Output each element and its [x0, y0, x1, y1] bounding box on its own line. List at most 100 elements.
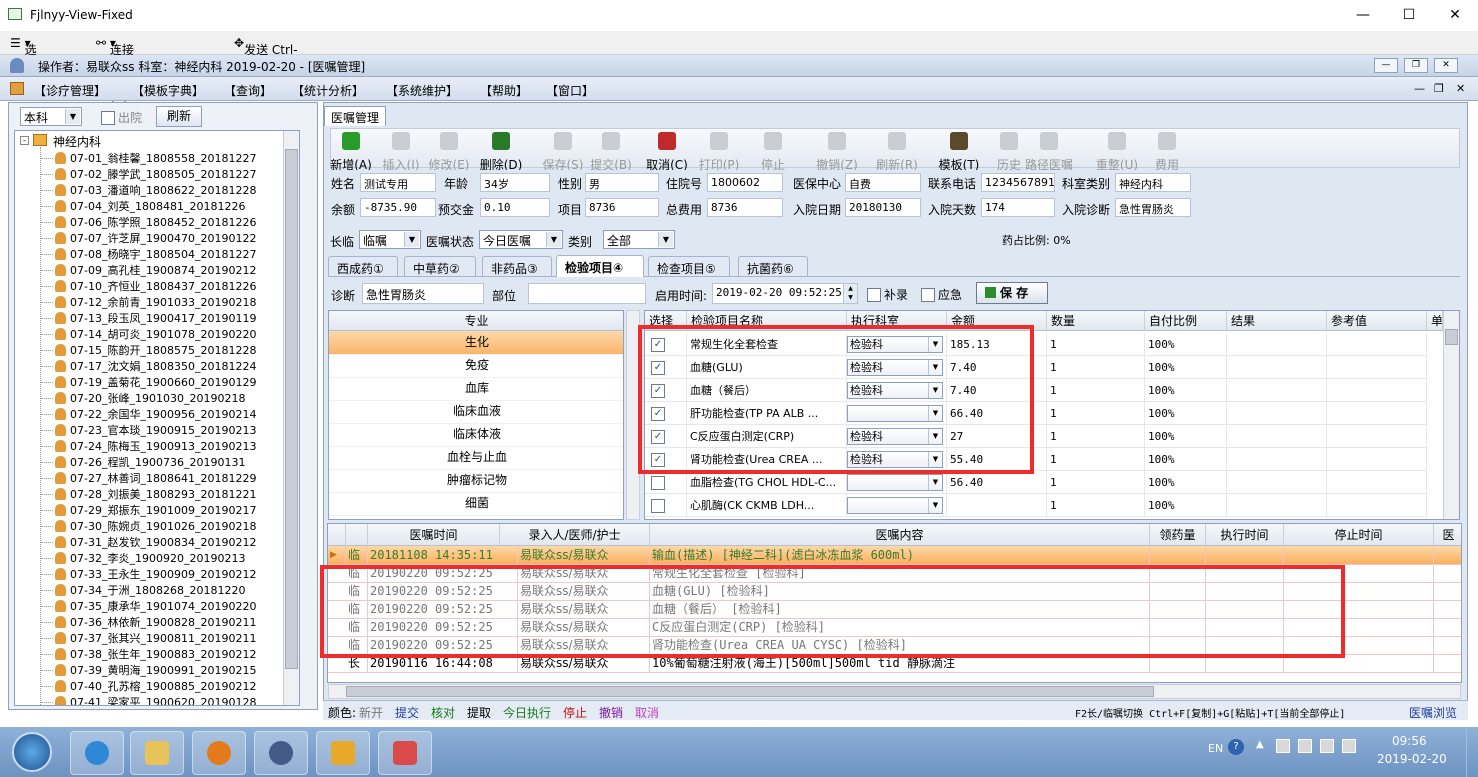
patient-tree-item[interactable]: 07-30_陈婉贞_1901026_20190218 — [55, 518, 256, 534]
order-browse-link[interactable]: 医嘱浏览 — [1409, 704, 1457, 721]
toolbar-button-cancel[interactable]: 取消(C) — [642, 130, 692, 173]
order-row[interactable]: ▶ 临 20181108 14:35:11 易联众ss/易联众 输血(描述) [神经二科… — [328, 546, 1461, 565]
lab-grid-header[interactable]: 数量 — [1047, 311, 1145, 331]
menu-system[interactable]: 【系统维护】 — [386, 82, 458, 99]
orders-header[interactable]: 停止时间 — [1284, 524, 1434, 546]
patient-tree-item[interactable]: 07-07_许芝屏_1900470_20190122 — [55, 230, 256, 246]
patient-tree-item[interactable]: 07-31_赵发钦_1900834_20190212 — [55, 534, 256, 550]
quantity-cell[interactable]: 1 — [1047, 356, 1145, 379]
toolbar-button-add[interactable]: 新增(A) — [326, 130, 376, 173]
patient-tree-item[interactable]: 07-26_程凯_1900736_20190131 — [55, 454, 245, 470]
input-language[interactable]: EN — [1208, 742, 1223, 755]
patient-tree-item[interactable]: 07-34_于洲_1808268_20181220 — [55, 582, 245, 598]
taskbar-media[interactable] — [192, 731, 246, 775]
lab-item-row[interactable]: 血脂检查(TG CHOL HDL-C... ▼ 56.40 1 100% — [645, 471, 1443, 494]
toolbar-button-save[interactable]: 保存(S) — [538, 130, 588, 173]
minimize-button[interactable]: — — [1340, 0, 1386, 31]
volume-icon[interactable] — [1342, 739, 1356, 753]
order-status-select[interactable]: 今日医嘱 ▼ — [479, 230, 563, 249]
patient-tree-item[interactable]: 07-32_李炎_1900920_20190213 — [55, 550, 245, 566]
patient-tree-item[interactable]: 07-38_张生年_1900883_20190212 — [55, 646, 256, 662]
patient-tree-item[interactable]: 07-20_张峰_1901030_20190218 — [55, 390, 245, 406]
patient-tree-item[interactable]: 07-24_陈梅玉_1900913_20190213 — [55, 438, 256, 454]
orders-hscroll-thumb[interactable] — [346, 686, 1154, 697]
patient-tree-item[interactable]: 07-02_滕学武_1808505_20181227 — [55, 166, 256, 182]
patient-tree-item[interactable]: 07-15_陈韵开_1808575_20181228 — [55, 342, 256, 358]
taskbar-explorer[interactable] — [130, 731, 184, 775]
orders-header[interactable]: 医嘱内容 — [650, 524, 1150, 546]
toolbar-button-delete[interactable]: 删除(D) — [476, 130, 526, 173]
start-time-input[interactable]: 2019-02-20 09:52:25 — [712, 283, 858, 304]
mdi-close-button[interactable]: ✕ — [1434, 58, 1458, 73]
quantity-cell[interactable]: 1 — [1047, 494, 1145, 517]
patient-tree-item[interactable]: 07-27_林善词_1808641_20181229 — [55, 470, 256, 486]
duration-select[interactable]: 临嘱 ▼ — [359, 230, 421, 249]
quantity-cell[interactable]: 1 — [1047, 425, 1145, 448]
quantity-cell[interactable]: 1 — [1047, 333, 1145, 356]
taskbar-compass[interactable] — [254, 731, 308, 775]
maximize-button[interactable]: ☐ — [1386, 0, 1432, 31]
urgent-checkbox[interactable] — [921, 288, 935, 302]
toolbar-button-edit[interactable]: 修改(E) — [424, 130, 474, 173]
exec-dept-select[interactable]: ▼ — [847, 474, 943, 491]
tree-root-dept[interactable]: 神经内科 — [53, 133, 101, 150]
site-input[interactable] — [528, 283, 646, 304]
supplement-checkbox[interactable] — [867, 288, 881, 302]
lab-item-checkbox[interactable] — [651, 499, 665, 513]
patient-tree-item[interactable]: 07-36_林依新_1900828_20190211 — [55, 614, 256, 630]
patient-tree-item[interactable]: 07-39_黄明海_1900991_20190215 — [55, 662, 256, 678]
patient-tree-item[interactable]: 07-40_孔苏榕_1900885_20190212 — [55, 678, 256, 694]
patient-tree-item[interactable]: 07-33_王永生_1900909_20190212 — [55, 566, 256, 582]
tray-expand-icon[interactable]: ▲ — [1256, 739, 1264, 750]
mdi-close-icon[interactable]: ✕ — [1456, 82, 1465, 95]
patient-tree-item[interactable]: 07-12_余前青_1901033_20190218 — [55, 294, 256, 310]
specialty-item[interactable]: 细菌 — [329, 492, 623, 516]
tab-order-management[interactable]: 医嘱管理 — [324, 106, 387, 126]
flag-icon[interactable] — [1276, 739, 1290, 753]
tab-western-medicine[interactable]: 西成药① — [328, 256, 398, 276]
orders-header[interactable]: 录入人/医师/护士 — [500, 524, 650, 546]
close-button[interactable]: ✕ — [1432, 0, 1478, 31]
tree-collapse-icon[interactable]: - — [20, 136, 29, 145]
patient-tree-item[interactable]: 07-17_沈文娟_1808350_20181224 — [55, 358, 256, 374]
lab-item-checkbox[interactable] — [651, 476, 665, 490]
patient-tree-item[interactable]: 07-35_康承华_1901074_20190220 — [55, 598, 256, 614]
specialty-item[interactable]: 血栓与止血 — [329, 446, 623, 470]
toolbar-button-path[interactable]: 路径医嘱 — [1024, 130, 1074, 173]
patient-tree-item[interactable]: 07-01_翁桂馨_1808558_20181227 — [55, 150, 256, 166]
taskbar-sql[interactable] — [316, 731, 370, 775]
tab-antibiotics[interactable]: 抗菌药⑥ — [738, 256, 808, 276]
mdi-restore-button[interactable]: ❐ — [1404, 58, 1428, 73]
entry-diagnosis-input[interactable]: 急性胃肠炎 — [362, 283, 484, 304]
orders-header[interactable]: 执行时间 — [1206, 524, 1284, 546]
dept-scope-select[interactable]: 本科 ▼ — [20, 107, 82, 126]
specialty-item[interactable]: 免疫 — [329, 354, 623, 378]
orders-header[interactable]: 领药量 — [1150, 524, 1206, 546]
quantity-cell[interactable]: 1 — [1047, 448, 1145, 471]
patient-tree-item[interactable]: 07-23_官本琰_1900915_20190213 — [55, 422, 256, 438]
patient-tree-item[interactable]: 07-29_郑振东_1901009_20190217 — [55, 502, 256, 518]
quantity-cell[interactable]: 1 — [1047, 379, 1145, 402]
toolbar-button-reorganize[interactable]: 重整(U) — [1092, 130, 1142, 173]
discharged-checkbox[interactable] — [101, 111, 115, 125]
category-select[interactable]: 全部 ▼ — [603, 230, 675, 249]
toolbar-button-fee[interactable]: 费用 — [1142, 130, 1192, 173]
patient-tree-item[interactable]: 07-03_潘道响_1808622_20181228 — [55, 182, 256, 198]
start-time-spinner[interactable]: ▲ ▼ — [843, 284, 857, 303]
connect-usb-menu[interactable]: ⚯ 连接 USB 设备(U) ▾ — [96, 36, 135, 103]
mdi-maximize-icon[interactable]: ❐ — [1434, 82, 1444, 95]
orders-header[interactable]: 医 — [1434, 524, 1461, 546]
patient-tree-item[interactable]: 07-04_刘英_1808481_20181226 — [55, 198, 245, 214]
lab-grid-scroll-thumb[interactable] — [1445, 329, 1458, 345]
specialty-item[interactable]: 临床血液 — [329, 400, 623, 424]
options-menu[interactable]: ☰ 选项(O) ▾ — [10, 36, 43, 89]
patient-tree-item[interactable]: 07-28_刘振美_1808293_20181221 — [55, 486, 256, 502]
menu-window[interactable]: 【窗口】 — [546, 82, 594, 99]
menu-clinical[interactable]: 【诊疗管理】 — [34, 82, 106, 99]
specialty-item[interactable]: 生化 — [329, 331, 623, 355]
clock-time[interactable]: 09:56 — [1392, 734, 1427, 748]
save-button[interactable]: 保 存 — [976, 282, 1048, 304]
patient-tree-item[interactable]: 07-13_段玉凤_1900417_20190119 — [55, 310, 256, 326]
toolbar-button-insert[interactable]: 插入(I) — [376, 130, 426, 173]
specialty-item[interactable]: 病毒检验 — [329, 515, 623, 519]
